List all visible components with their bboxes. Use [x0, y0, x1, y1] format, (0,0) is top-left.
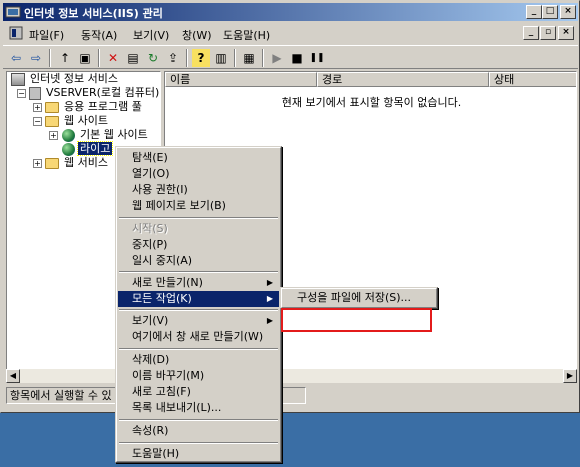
server-icon	[29, 86, 41, 100]
toolbar-separator	[98, 49, 100, 67]
menu-item-refresh[interactable]: 새로 고침(F)	[118, 384, 279, 400]
menu-separator	[119, 271, 278, 273]
menu-item-all-tasks[interactable]: 모든 작업(K) ▶	[118, 291, 279, 307]
tree-node-default-web-site[interactable]: 기본 웹 사이트	[62, 128, 150, 142]
properties-icon[interactable]: ▤	[124, 49, 142, 67]
menu-item-delete[interactable]: 삭제(D)	[118, 352, 279, 368]
inner-restore-button[interactable]: ▫	[540, 26, 556, 40]
back-icon[interactable]: ⇦	[7, 49, 25, 67]
iis-app-icon	[5, 6, 21, 18]
tree-node-vserver[interactable]: VSERVER(로컬 컴퓨터)	[29, 86, 160, 100]
menu-action[interactable]: 동작(A)	[81, 27, 117, 43]
horizontal-scrollbar[interactable]: ◀ ▶	[6, 369, 577, 383]
show-hide-tree-icon[interactable]: ▣	[76, 49, 94, 67]
pause-icon[interactable]: ❚❚	[308, 49, 326, 67]
expand-icon[interactable]: +	[33, 103, 42, 112]
menu-separator	[119, 442, 278, 444]
export-icon[interactable]: ⇪	[164, 49, 182, 67]
computer-icon[interactable]: ▦	[240, 49, 258, 67]
submenu-arrow-icon: ▶	[266, 278, 273, 287]
inner-minimize-button[interactable]: _	[523, 26, 539, 40]
menu-bar: 파일(F) 동작(A) 보기(V) 창(W) 도움말(H) _ ▫ ×	[3, 23, 578, 43]
toolbar-separator	[262, 49, 264, 67]
stop-icon[interactable]: ■	[288, 49, 306, 67]
menu-item-help[interactable]: 도움말(H)	[118, 446, 279, 462]
empty-list-message: 현재 보기에서 표시할 항목이 없습니다.	[281, 96, 462, 109]
all-tasks-submenu: 구성을 파일에 저장(S)...	[280, 287, 438, 309]
menu-item-permissions[interactable]: 사용 권한(I)	[118, 182, 279, 198]
collapse-icon[interactable]: −	[33, 117, 42, 126]
tree-node-iis-root[interactable]: 인터넷 정보 서비스	[11, 72, 120, 86]
scroll-right-icon[interactable]: ▶	[563, 369, 577, 383]
menu-item-start: 시작(S)	[132, 222, 168, 235]
menu-item-open[interactable]: 열기(O)	[118, 166, 279, 182]
globe-icon	[62, 142, 75, 156]
menu-file[interactable]: 파일(F)	[29, 27, 64, 43]
expand-icon[interactable]: +	[33, 159, 42, 168]
expand-icon[interactable]: +	[49, 131, 58, 140]
toolbar-separator	[49, 49, 51, 67]
submenu-arrow-icon: ▶	[266, 316, 273, 325]
menu-item-view[interactable]: 보기(V) ▶	[118, 313, 279, 329]
tree-node-laigo-selected[interactable]: 라이고	[62, 141, 114, 156]
menu-view[interactable]: 보기(V)	[133, 27, 169, 43]
refresh-icon[interactable]: ↻	[144, 49, 162, 67]
column-header-status[interactable]: 상태	[489, 72, 576, 87]
minimize-button[interactable]: _	[526, 5, 542, 19]
menu-item-browse[interactable]: 탐색(E)	[118, 150, 279, 166]
menu-separator	[119, 419, 278, 421]
folder-icon	[45, 115, 59, 127]
context-menu: 탐색(E) 열기(O) 사용 권한(I) 웹 페이지로 보기(B) 시작(S) …	[115, 146, 282, 463]
menu-separator	[119, 217, 278, 219]
view-icon[interactable]: ▥	[212, 49, 230, 67]
highlight-annotation-box	[281, 308, 432, 332]
menu-item-new-window-from-here[interactable]: 여기에서 창 새로 만들기(W)	[118, 329, 279, 345]
menu-item-stop[interactable]: 중지(P)	[118, 237, 279, 253]
toolbar-separator	[234, 49, 236, 67]
folder-icon	[45, 157, 59, 169]
collapse-icon[interactable]: −	[17, 89, 26, 98]
globe-icon	[62, 128, 75, 142]
up-icon[interactable]: ↑	[56, 49, 74, 67]
menu-window[interactable]: 창(W)	[182, 27, 212, 43]
help-icon[interactable]: ?	[192, 49, 210, 67]
scroll-left-icon[interactable]: ◀	[6, 369, 20, 383]
toolbar-separator	[186, 49, 188, 67]
submenu-arrow-icon: ▶	[266, 294, 273, 303]
menu-item-rename[interactable]: 이름 바꾸기(M)	[118, 368, 279, 384]
tree-node-web-sites[interactable]: 웹 사이트	[45, 114, 110, 128]
menu-item-properties[interactable]: 속성(R)	[118, 423, 279, 439]
menu-separator	[119, 309, 278, 311]
menu-item-save-config-to-file[interactable]: 구성을 파일에 저장(S)...	[283, 290, 435, 306]
forward-icon[interactable]: ⇨	[27, 49, 45, 67]
window-title: 인터넷 정보 서비스(IIS) 관리	[24, 7, 163, 20]
tree-node-web-service[interactable]: 웹 서비스	[45, 156, 110, 170]
play-icon[interactable]: ▶	[268, 49, 286, 67]
status-bar: 항목에서 실행할 수 있	[3, 386, 578, 405]
mmc-console-icon[interactable]	[9, 26, 23, 40]
iis-manager-window: 인터넷 정보 서비스(IIS) 관리 _ □ × 파일(F) 동작(A) 보기(…	[0, 0, 580, 413]
maximize-button[interactable]: □	[542, 5, 558, 19]
title-bar[interactable]: 인터넷 정보 서비스(IIS) 관리 _ □ ×	[3, 3, 578, 21]
menu-item-view-as-web-page[interactable]: 웹 페이지로 보기(B)	[118, 198, 279, 214]
inner-close-button[interactable]: ×	[558, 26, 574, 40]
tree-node-app-pools[interactable]: 응용 프로그램 풀	[45, 100, 144, 114]
close-button[interactable]: ×	[560, 5, 576, 19]
menu-item-export-list[interactable]: 목록 내보내기(L)...	[118, 400, 279, 416]
menu-item-pause[interactable]: 일시 중지(A)	[118, 253, 279, 269]
menu-item-new[interactable]: 새로 만들기(N) ▶	[118, 275, 279, 291]
column-header-name[interactable]: 이름	[165, 72, 317, 87]
folder-icon	[45, 101, 59, 113]
column-header-path[interactable]: 경로	[317, 72, 489, 87]
menu-help[interactable]: 도움말(H)	[223, 27, 270, 43]
delete-icon[interactable]: ✕	[104, 49, 122, 67]
toolbar: ⇦ ⇨ ↑ ▣ ✕ ▤ ↻ ⇪ ? ▥ ▦ ▶ ■ ❚❚	[3, 45, 578, 69]
iis-icon	[11, 72, 25, 86]
menu-separator	[119, 348, 278, 350]
